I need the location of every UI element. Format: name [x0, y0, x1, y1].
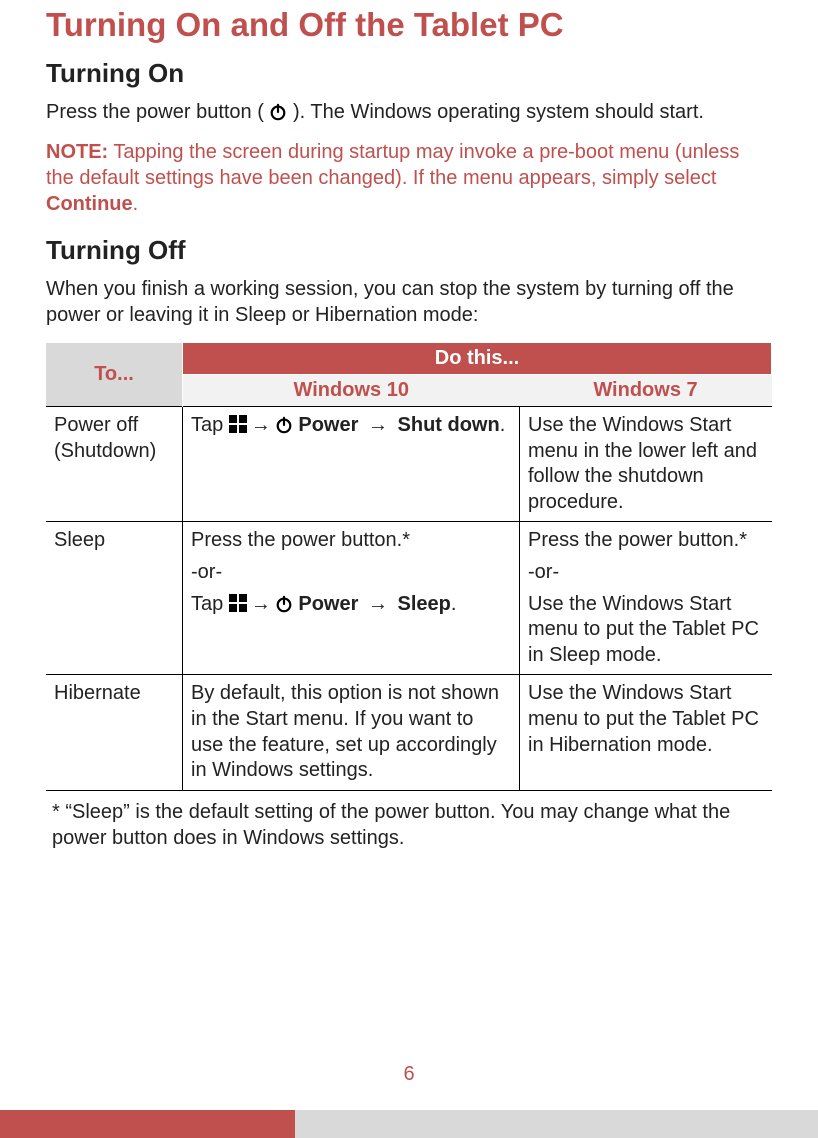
table-row: Sleep Press the power button.* -or- Tap … [46, 522, 772, 675]
text-segment: Tap [191, 593, 229, 615]
table-row: Hibernate By default, this option is not… [46, 675, 772, 790]
table-header-w10: Windows 10 [183, 375, 520, 407]
footer-red-segment [0, 1110, 295, 1138]
cell-to: Power off (Shutdown) [46, 407, 183, 522]
page-number: 6 [0, 1063, 818, 1086]
note-text: Tapping the screen during startup may in… [46, 141, 739, 189]
text-segment: . [451, 593, 457, 615]
power-icon [269, 103, 287, 121]
table-header-do: Do this... [183, 343, 772, 375]
table-header-to: To... [46, 343, 183, 407]
cell-w10: Press the power button.* -or- Tap → Powe… [183, 522, 520, 675]
cell-to: Sleep [46, 522, 183, 675]
cell-w10: Tap → Power → Shut down. [183, 407, 520, 522]
page-title: Turning On and Off the Tablet PC [46, 0, 772, 44]
text-segment: (Shutdown) [54, 440, 156, 462]
footer-gray-segment [295, 1110, 818, 1138]
text-segment: Press the power button.* [528, 528, 764, 554]
table-row: Power off (Shutdown) Tap → Power → Shut … [46, 407, 772, 522]
arrow-right-icon: → [364, 592, 392, 618]
power-icon [275, 416, 293, 434]
text-segment: Press the power button ( [46, 101, 269, 123]
power-icon [275, 595, 293, 613]
footer-bar [0, 1110, 818, 1138]
turning-on-heading: Turning On [46, 58, 772, 89]
text-segment: -or- [191, 560, 511, 586]
note-continue: Continue [46, 193, 133, 215]
arrow-right-icon: → [247, 592, 275, 618]
text-segment: Sleep [392, 593, 451, 615]
text-segment: . [500, 414, 506, 436]
windows-logo-icon [229, 415, 247, 433]
table-header-w7: Windows 7 [520, 375, 772, 407]
arrow-right-icon: → [247, 413, 275, 439]
turning-off-heading: Turning Off [46, 235, 772, 266]
text-segment: Power off [54, 414, 138, 436]
cell-w7: Press the power button.* -or- Use the Wi… [520, 522, 772, 675]
cell-w7: Use the Windows Start menu in the lower … [520, 407, 772, 522]
footnote: * “Sleep” is the default setting of the … [52, 799, 766, 851]
text-segment: ). The Windows operating system should s… [287, 101, 703, 123]
cell-w10: By default, this option is not shown in … [183, 675, 520, 790]
text-segment: Power [293, 414, 364, 436]
text-segment: Press the power button.* [191, 528, 511, 554]
text-segment: Use the Windows Start menu to put the Ta… [528, 592, 764, 669]
cell-to: Hibernate [46, 675, 183, 790]
cell-w7: Use the Windows Start menu to put the Ta… [520, 675, 772, 790]
text-segment: Tap [191, 414, 229, 436]
power-table: To... Do this... Windows 10 Windows 7 Po… [46, 342, 772, 791]
turning-off-intro: When you finish a working session, you c… [46, 276, 772, 328]
turning-on-text: Press the power button ( ). The Windows … [46, 99, 772, 125]
text-segment: -or- [528, 560, 764, 586]
note-label: NOTE: [46, 141, 108, 163]
arrow-right-icon: → [364, 413, 392, 439]
note-text: . [133, 193, 139, 215]
note-block: NOTE: Tapping the screen during startup … [46, 139, 772, 217]
text-segment: Shut down [392, 414, 500, 436]
text-segment: Power [293, 593, 364, 615]
windows-logo-icon [229, 594, 247, 612]
